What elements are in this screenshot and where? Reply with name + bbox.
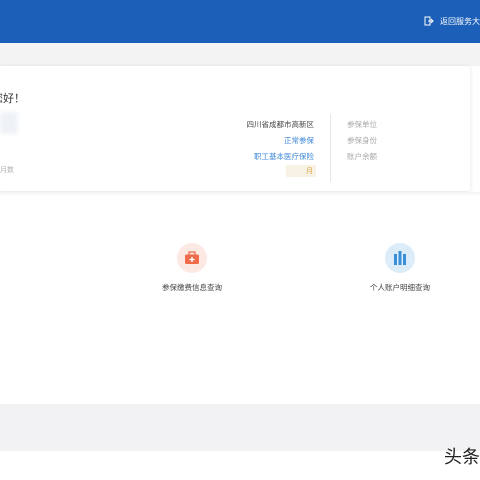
top-header-bar: 返回服务大: [0, 0, 480, 43]
return-service-hall-link[interactable]: 返回服务大: [424, 14, 480, 28]
function-insurance-payment-query[interactable]: 参保缴费信息查询: [150, 243, 234, 293]
blurred-user-name: [0, 112, 18, 134]
header-spacer: [0, 43, 480, 66]
detail-labels: 参保单位 参保身份 账户余额: [347, 117, 377, 165]
label-insured-unit: 参保单位: [347, 120, 377, 129]
building-icon: [385, 243, 415, 273]
user-details: 四川省成都市高新区 正常参保 职工基本医疗保险: [247, 117, 315, 165]
function-personal-account-query[interactable]: 个人账户明细查询: [358, 243, 442, 293]
function-label: 个人账户明细查询: [370, 283, 430, 292]
function-info-query[interactable]: 息: [0, 278, 14, 289]
label-account-balance: 账户余额: [347, 152, 377, 161]
payment-months-label: 缴费月数: [0, 166, 14, 174]
greeting-text: 您好！: [0, 92, 25, 105]
label-insured-identity: 参保身份: [347, 136, 377, 145]
info-divider: [330, 114, 331, 182]
insurance-status: 正常参保: [284, 136, 314, 145]
function-label: 息: [0, 278, 14, 289]
payment-months-value: 月: [286, 165, 316, 177]
panel-shadow: [0, 192, 480, 196]
medical-kit-icon: [177, 243, 207, 273]
footer-band: [0, 404, 480, 451]
function-label: 参保缴费信息查询: [162, 283, 222, 292]
return-service-hall-label: 返回服务大: [440, 16, 480, 26]
watermark-text: 头条: [444, 447, 480, 468]
user-info-panel: 您好！ 四川省成都市高新区 正常参保 职工基本医疗保险 参保单位 参保身份 账户…: [0, 66, 470, 191]
insured-region: 四川省成都市高新区: [246, 120, 315, 129]
insurance-type: 职工基本医疗保险: [254, 152, 314, 161]
exit-icon: [424, 16, 434, 26]
